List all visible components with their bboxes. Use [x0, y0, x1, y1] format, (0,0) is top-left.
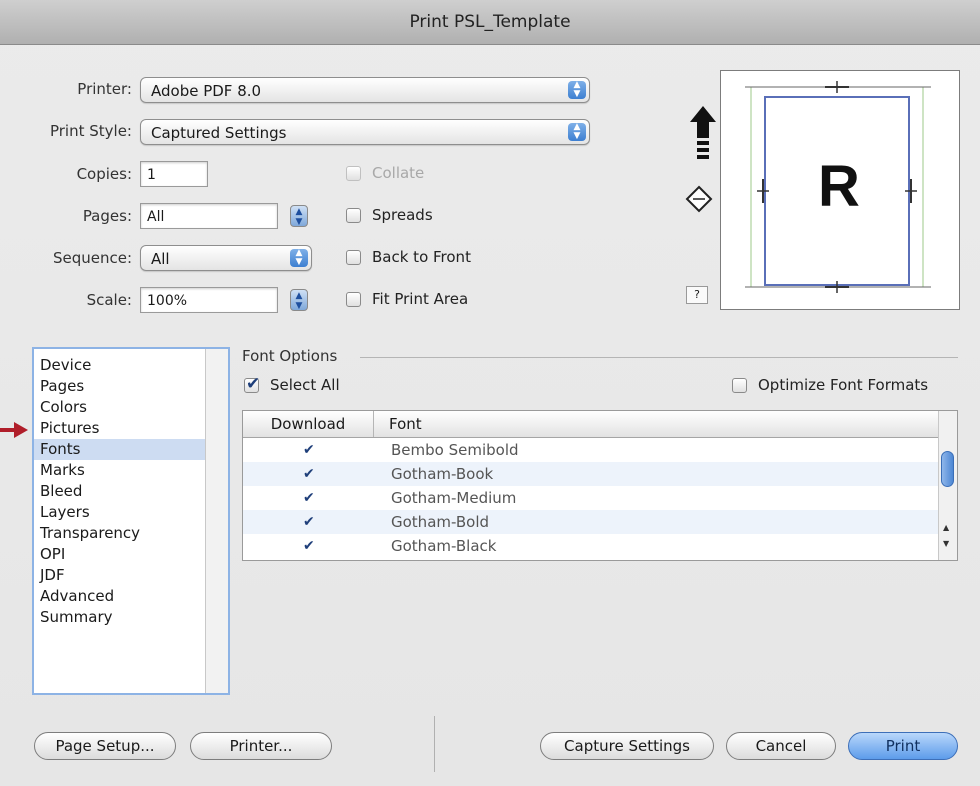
button-separator: [434, 716, 435, 772]
panel-item-colors[interactable]: Colors: [34, 397, 208, 418]
print-style-popup[interactable]: Captured Settings ▲ ▼: [140, 119, 590, 145]
back-to-front-label[interactable]: Back to Front: [372, 248, 471, 266]
preview-help-icon[interactable]: ?: [686, 286, 708, 304]
collate-label: Collate: [372, 164, 425, 182]
fonts-table-header: Download Font: [243, 411, 940, 438]
popup-arrows-icon: ▲ ▼: [568, 81, 586, 99]
column-header-download[interactable]: Download: [243, 411, 374, 437]
scale-stepper[interactable]: ▲ ▼: [290, 289, 308, 311]
fonts-table-scrollbar[interactable]: ▲ ▼: [938, 411, 957, 560]
sequence-popup[interactable]: All ▲ ▼: [140, 245, 312, 271]
table-row[interactable]: ✔ Bembo Semibold: [243, 438, 940, 462]
back-to-front-checkbox[interactable]: [346, 250, 361, 265]
print-button[interactable]: Print: [848, 732, 958, 760]
panel-item-fonts[interactable]: Fonts: [34, 439, 208, 460]
panel-item-summary[interactable]: Summary: [34, 607, 208, 628]
panel-item-layers[interactable]: Layers: [34, 502, 208, 523]
print-dialog: Print PSL_Template Printer: Adobe PDF 8.…: [0, 0, 980, 786]
fonts-table: Download Font ✔ Bembo Semibold ✔ Gotham-…: [242, 410, 958, 561]
font-name: Gotham-Black: [391, 537, 497, 555]
collate-checkbox: [346, 166, 361, 181]
sequence-value: All: [151, 250, 170, 268]
spreads-label[interactable]: Spreads: [372, 206, 433, 224]
page-setup-button[interactable]: Page Setup...: [34, 732, 176, 760]
paper-feed-arrow-icon[interactable]: [688, 104, 718, 160]
download-check-icon[interactable]: ✔: [303, 438, 315, 462]
sequence-label: Sequence:: [52, 249, 132, 267]
scroll-thumb[interactable]: [941, 451, 954, 487]
panel-item-advanced[interactable]: Advanced: [34, 586, 208, 607]
font-options-title: Font Options: [242, 347, 338, 365]
print-style-value: Captured Settings: [151, 124, 287, 142]
optimize-font-formats-label[interactable]: Optimize Font Formats: [758, 376, 928, 394]
font-name: Gotham-Medium: [391, 489, 517, 507]
cancel-button[interactable]: Cancel: [726, 732, 836, 760]
panel-item-bleed[interactable]: Bleed: [34, 481, 208, 502]
callout-arrow-icon: [0, 422, 28, 438]
popup-arrows-icon: ▲ ▼: [290, 249, 308, 267]
scroll-up-icon[interactable]: ▲: [943, 523, 949, 532]
table-row[interactable]: ✔ Gotham-Black: [243, 534, 940, 558]
scale-field[interactable]: 100%: [140, 287, 278, 313]
scroll-down-icon[interactable]: ▼: [943, 539, 949, 548]
printer-button[interactable]: Printer...: [190, 732, 332, 760]
panel-item-opi[interactable]: OPI: [34, 544, 208, 565]
copies-field[interactable]: 1: [140, 161, 208, 187]
select-all-label[interactable]: Select All: [270, 376, 340, 394]
page-preview: R: [720, 70, 960, 310]
optimize-font-formats-checkbox[interactable]: [732, 378, 747, 393]
preview-letter: R: [818, 154, 860, 219]
panel-item-device[interactable]: Device: [34, 355, 208, 376]
table-row[interactable]: ✔ Gotham-Book: [243, 462, 940, 486]
panel-list-items: Device Pages Colors Pictures Fonts Marks…: [34, 355, 208, 628]
fit-print-area-label[interactable]: Fit Print Area: [372, 290, 468, 308]
capture-settings-button[interactable]: Capture Settings: [540, 732, 714, 760]
window-title: Print PSL_Template: [0, 0, 980, 45]
font-name: Bembo Semibold: [391, 441, 519, 459]
page-orientation-icon[interactable]: [684, 184, 714, 214]
download-check-icon[interactable]: ✔: [303, 534, 315, 558]
panel-item-pictures[interactable]: Pictures: [34, 418, 208, 439]
panel-item-pages[interactable]: Pages: [34, 376, 208, 397]
scale-label: Scale:: [86, 291, 132, 309]
table-row[interactable]: ✔ Gotham-Bold: [243, 510, 940, 534]
column-header-font[interactable]: Font: [389, 411, 422, 437]
table-row[interactable]: ✔ Gotham-Medium: [243, 486, 940, 510]
font-name: Gotham-Bold: [391, 513, 490, 531]
panel-item-jdf[interactable]: JDF: [34, 565, 208, 586]
copies-label: Copies:: [76, 165, 132, 183]
select-all-checkbox[interactable]: [244, 374, 260, 394]
printer-label: Printer:: [77, 80, 132, 98]
spreads-checkbox[interactable]: [346, 208, 361, 223]
panel-list-scrollbar[interactable]: [205, 349, 228, 693]
pages-field[interactable]: All: [140, 203, 278, 229]
pages-label: Pages:: [82, 207, 132, 225]
popup-arrows-icon: ▲ ▼: [568, 123, 586, 141]
download-check-icon[interactable]: ✔: [303, 486, 315, 510]
printer-popup[interactable]: Adobe PDF 8.0 ▲ ▼: [140, 77, 590, 103]
fit-print-area-checkbox[interactable]: [346, 292, 361, 307]
print-style-label: Print Style:: [49, 122, 132, 140]
printer-value: Adobe PDF 8.0: [151, 82, 262, 100]
download-check-icon[interactable]: ✔: [303, 462, 315, 486]
font-name: Gotham-Book: [391, 465, 494, 483]
pages-stepper[interactable]: ▲ ▼: [290, 205, 308, 227]
panel-item-transparency[interactable]: Transparency: [34, 523, 208, 544]
font-options-divider: [360, 357, 958, 358]
panel-item-marks[interactable]: Marks: [34, 460, 208, 481]
panel-list: Device Pages Colors Pictures Fonts Marks…: [32, 347, 230, 695]
download-check-icon[interactable]: ✔: [303, 510, 315, 534]
